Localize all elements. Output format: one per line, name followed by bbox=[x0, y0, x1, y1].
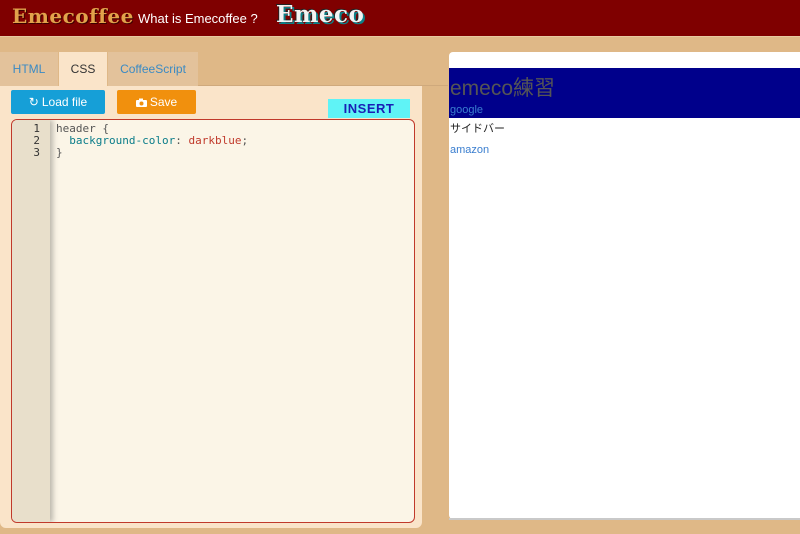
line-number: 1 bbox=[33, 122, 40, 135]
save-label: Save bbox=[149, 95, 178, 109]
load-file-button[interactable]: ↻ Load file bbox=[11, 90, 105, 114]
line-number: 3 bbox=[33, 146, 40, 159]
code-content[interactable]: header { background-color: darkblue; } bbox=[56, 123, 248, 159]
line-number: 2 bbox=[33, 134, 40, 147]
preview-link-google[interactable]: google bbox=[450, 104, 483, 116]
line-number-gutter: 1 2 3 bbox=[12, 120, 50, 522]
preview-sidebar-text: サイドバー bbox=[450, 123, 505, 135]
refresh-icon: ↻ bbox=[28, 95, 39, 109]
tab-coffeescript[interactable]: CoffeeScript bbox=[108, 52, 198, 86]
preview-pane: emeco練習 google サイドバー amazon bbox=[449, 52, 800, 519]
save-button[interactable]: Save bbox=[117, 90, 196, 114]
load-file-label: Load file bbox=[41, 95, 88, 109]
css-property: background-color bbox=[69, 134, 176, 147]
insert-mode-button[interactable]: INSERT bbox=[328, 99, 410, 118]
css-value: darkblue bbox=[188, 134, 242, 147]
code-line: background-color: darkblue; bbox=[56, 135, 248, 147]
preview-link-amazon[interactable]: amazon bbox=[450, 144, 489, 156]
what-is-link[interactable]: What is Emecoffee ? bbox=[138, 11, 258, 26]
header-divider bbox=[0, 36, 800, 37]
emeco-logo[interactable]: Emeco bbox=[276, 1, 364, 33]
tab-html[interactable]: HTML bbox=[0, 52, 58, 86]
top-bar: Emecoffee What is Emecoffee ? Emeco bbox=[0, 0, 800, 36]
editor-tabs: HTML CSS CoffeeScript bbox=[0, 52, 200, 86]
code-line: } bbox=[56, 146, 63, 159]
brand-title[interactable]: Emecoffee bbox=[12, 4, 134, 28]
logo-text: Emeco bbox=[276, 1, 365, 28]
tab-css[interactable]: CSS bbox=[59, 52, 107, 86]
code-editor[interactable]: 1 2 3 header { background-color: darkblu… bbox=[11, 119, 415, 523]
preview-bottom-edge bbox=[449, 518, 800, 520]
css-separator: : bbox=[175, 134, 189, 147]
css-terminator: ; bbox=[241, 134, 249, 147]
camera-icon bbox=[135, 90, 147, 114]
preview-title: emeco練習 bbox=[450, 77, 556, 100]
